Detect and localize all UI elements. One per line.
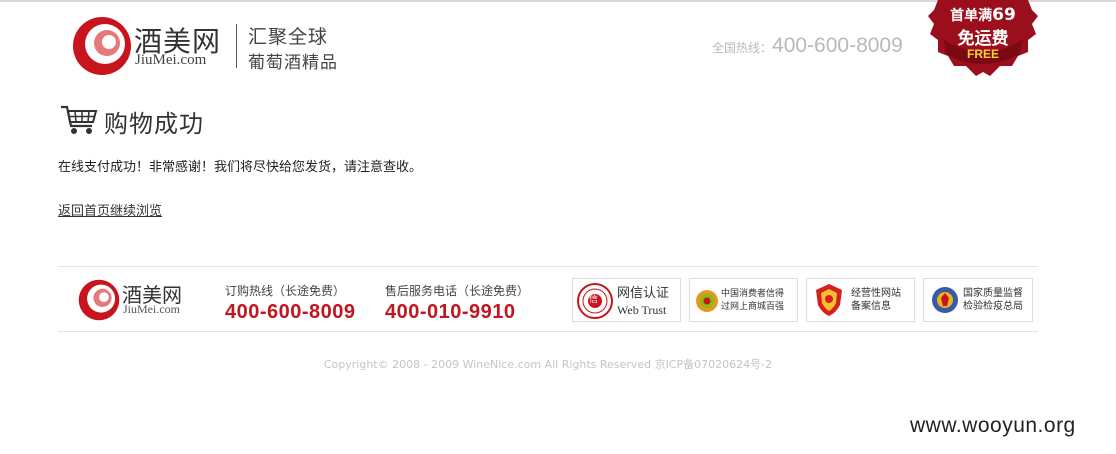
footer-divider-bottom xyxy=(58,331,1038,332)
service-hotline-number: 400-010-9910 xyxy=(385,301,516,323)
order-hotline-number: 400-600-8009 xyxy=(225,301,356,323)
consumer-trust-icon xyxy=(696,290,718,312)
quality-emblem-icon xyxy=(932,287,958,313)
cert-quality-line1: 国家质量监督 xyxy=(963,288,1023,299)
logo-mark-icon xyxy=(73,17,131,75)
cert-quality-line2: 检验检疫总局 xyxy=(963,301,1023,312)
cert-quality-inspection[interactable]: 国家质量监督 检验检疫总局 xyxy=(923,278,1033,322)
hotline-number: 400-600-8009 xyxy=(772,34,903,57)
slogan-line2: 葡萄酒精品 xyxy=(248,53,338,73)
cert-consumer-line2: 过网上商城百强 xyxy=(721,302,785,312)
order-hotline: 订购热线（长途免费） 400-600-8009 xyxy=(225,282,356,324)
footer-divider-top xyxy=(58,266,1038,267)
footer-logo-text-en: JiuMei.com xyxy=(123,302,180,316)
header-hotline: 全国热线：400-600-8009 xyxy=(712,34,903,58)
cert-icp-line1: 经营性网站 xyxy=(851,288,901,299)
watermark-text: www.wooyun.org xyxy=(910,414,1076,437)
footer-logo[interactable]: 酒美网 JiuMei.com xyxy=(78,279,198,323)
shopping-cart-icon xyxy=(61,105,98,134)
hotline-label: 全国热线： xyxy=(712,41,773,55)
police-shield-icon xyxy=(816,284,842,316)
page-title: 购物成功 xyxy=(104,110,204,138)
free-shipping-badge[interactable]: 首单满69 免运费 FREE xyxy=(928,0,1038,84)
logo-text-en: JiuMei.com xyxy=(135,52,207,68)
badge-line3: FREE xyxy=(966,47,999,61)
badge-line1: 首单满69 xyxy=(950,5,1016,25)
cert-web-trust[interactable]: 信 网信认证 Web Trust xyxy=(572,278,681,322)
slogan-line1: 汇聚全球 xyxy=(248,26,329,48)
site-logo[interactable]: 酒美网 JiuMei.com 汇聚全球 葡萄酒精品 xyxy=(72,16,342,78)
cert-consumer-trust[interactable]: 中国消费者信得 过网上商城百强 xyxy=(689,278,798,322)
web-trust-seal-text: 信 xyxy=(589,295,599,305)
cert-icp-line2: 备案信息 xyxy=(851,301,891,312)
service-hotline-label: 售后服务电话（长途免费） xyxy=(385,284,530,298)
payment-success-message: 在线支付成功！非常感谢！我们将尽快给您发货，请注意查收。 xyxy=(58,160,423,175)
service-hotline: 售后服务电话（长途免费） 400-010-9910 xyxy=(385,282,529,324)
cert-web-trust-line1: 网信认证 xyxy=(617,286,670,301)
cert-icp-filing[interactable]: 经营性网站 备案信息 xyxy=(806,278,915,322)
badge-line2: 免运费 xyxy=(957,29,1009,49)
back-to-home-link[interactable]: 返回首页继续浏览 xyxy=(58,200,162,219)
logo-divider xyxy=(236,24,237,68)
copyright-text: Copyright© 2008 - 2009 WineNice.com All … xyxy=(323,358,773,371)
footer-logo-mark-icon xyxy=(78,279,120,321)
order-hotline-label: 订购热线（长途免费） xyxy=(225,284,346,298)
cert-consumer-line1: 中国消费者信得 xyxy=(721,289,785,299)
cert-web-trust-line2: Web Trust xyxy=(617,303,667,317)
